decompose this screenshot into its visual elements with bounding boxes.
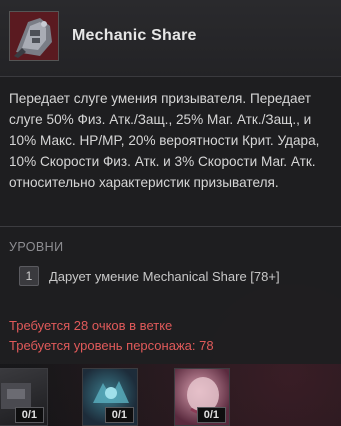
divider — [0, 226, 341, 227]
mechanic-gauntlet-icon — [9, 11, 59, 61]
skill-name: Mechanic Share — [72, 27, 197, 44]
skill-tooltip: Mechanic Share Передает слуге умения при… — [0, 0, 341, 364]
tooltip-header: Mechanic Share — [0, 0, 341, 77]
requirement-character-level: Требуется уровень персонажа: 78 — [9, 338, 214, 353]
skill-slot-counter: 0/1 — [196, 407, 226, 423]
skill-description: Передает слуге умения призывателя. Перед… — [9, 91, 320, 190]
skill-slot[interactable]: 0/1 — [174, 368, 230, 426]
levels-title: УРОВНИ — [9, 240, 64, 254]
skill-slot[interactable]: 0/1 — [0, 368, 48, 426]
level-text: Дарует умение Mechanical Share [78+] — [49, 268, 280, 284]
skill-slot[interactable]: 0/1 — [82, 368, 138, 426]
level-badge: 1 — [19, 266, 39, 286]
skill-slot-counter: 0/1 — [14, 407, 44, 423]
requirement-points: Требуется 28 очков в ветке — [9, 318, 173, 333]
skill-slot-counter: 0/1 — [104, 407, 134, 423]
level-row: 1 Дарует умение Mechanical Share [78+] — [19, 266, 280, 286]
